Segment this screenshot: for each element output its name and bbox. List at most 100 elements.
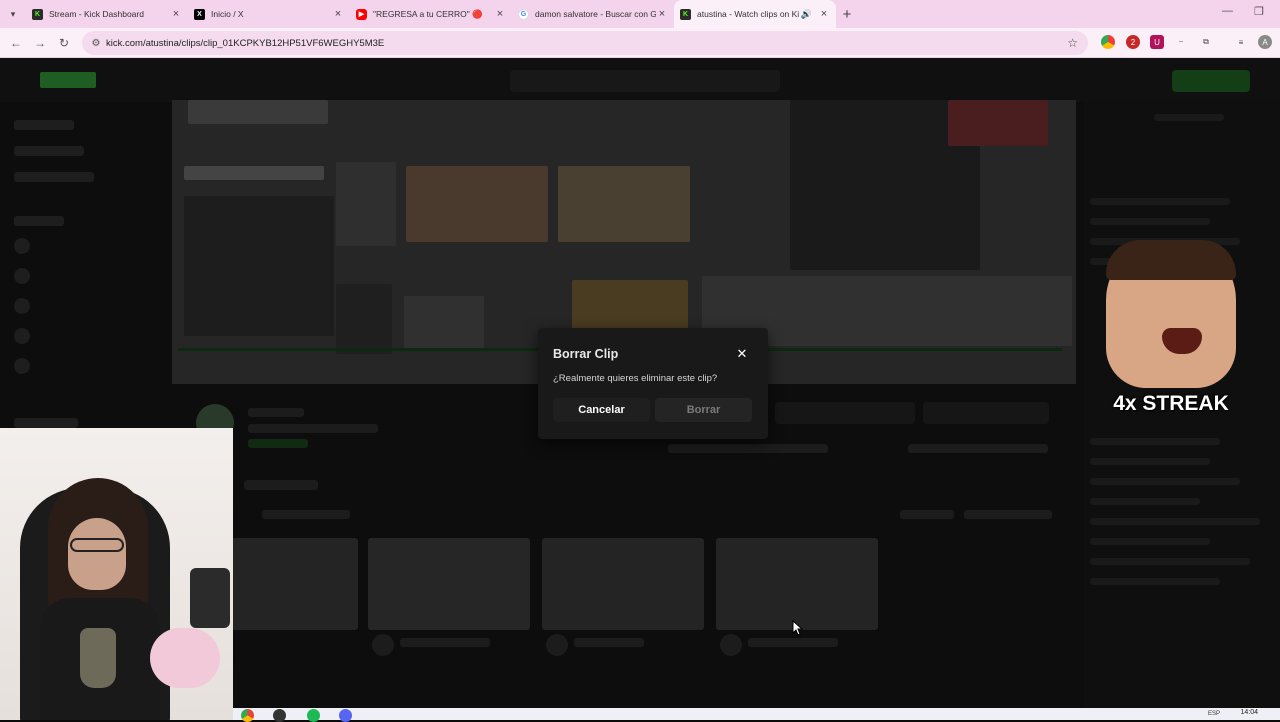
speaker-icon[interactable]: 🔊 [801, 9, 812, 20]
obs-icon[interactable] [273, 709, 286, 722]
clip-card-title [574, 638, 644, 647]
delete-clip-dialog: Borrar Clip ✕ ¿Realmente quieres elimina… [538, 328, 768, 439]
clip-card-title [748, 638, 838, 647]
chat-message [1090, 498, 1200, 505]
youtube-icon: ▶ [356, 8, 367, 20]
minimize-icon[interactable]: — [1222, 5, 1233, 17]
kick-logo [40, 72, 96, 88]
browser-toolbar: ← → ↻ ⚙ kick.com/atustina/clips/clip_01K… [0, 28, 1280, 58]
section-heading [244, 480, 318, 490]
sort-dropdown [964, 510, 1052, 519]
video-frame [404, 296, 484, 348]
sort-label [900, 510, 954, 519]
x-icon: X [194, 8, 205, 20]
discord-icon[interactable] [339, 709, 352, 722]
forward-icon[interactable]: → [28, 36, 52, 50]
extension-icon[interactable] [1101, 35, 1115, 49]
tab-title: "REGRESA a tu CERRO" 🔴 [373, 8, 483, 19]
browser-tab[interactable]: ▶ "REGRESA a tu CERRO" 🔴 × [350, 0, 512, 28]
clip-card-title [400, 638, 490, 647]
sidebar-item [14, 172, 94, 182]
video-frame [336, 284, 392, 354]
chrome-icon[interactable] [241, 709, 254, 722]
chat-header [1154, 114, 1224, 121]
tab-close-icon[interactable]: × [656, 8, 668, 20]
browser-tab-bar: ▾ K Stream - Kick Dashboard × X Inicio /… [0, 0, 1280, 28]
new-tab-button[interactable]: + [836, 6, 858, 23]
browser-tab-active[interactable]: K atustina - Watch clips on Ki 🔊 × [674, 0, 836, 28]
plush-toy [150, 628, 220, 688]
browser-tab[interactable]: G damon salvatore - Buscar con G × [512, 0, 674, 28]
os-taskbar: ESP 14:04 [233, 708, 1280, 722]
kick-icon: K [32, 8, 43, 20]
address-bar[interactable]: ⚙ kick.com/atustina/clips/clip_01KCPKYB1… [82, 31, 1088, 55]
tab-close-icon[interactable]: × [494, 8, 506, 20]
tab-search-button[interactable]: ▾ [0, 0, 26, 28]
video-frame [188, 100, 328, 124]
video-frame [558, 166, 690, 242]
chat-message [1090, 518, 1260, 525]
sidebar-avatar [14, 268, 30, 284]
streamer-face [68, 518, 126, 590]
extensions-puzzle-icon[interactable]: ⧉ [1199, 35, 1213, 49]
kick-search-input [510, 70, 780, 92]
chat-message [1090, 578, 1220, 585]
glasses [70, 538, 124, 552]
clip-title [248, 424, 378, 433]
url-text[interactable]: kick.com/atustina/clips/clip_01KCPKYB12H… [106, 38, 384, 49]
tab-title: damon salvatore - Buscar con G [535, 9, 656, 19]
chat-message [1090, 458, 1210, 465]
taskbar-clock[interactable]: 14:04 [1240, 709, 1258, 716]
tab-close-icon[interactable]: × [332, 8, 344, 20]
tab-title: Inicio / X [211, 9, 244, 19]
clip-card [716, 538, 878, 630]
tab-close-icon[interactable]: × [170, 8, 182, 20]
channel-category [248, 439, 308, 448]
clip-avatar [372, 634, 394, 656]
follow-button [775, 402, 915, 424]
chat-message [1090, 218, 1210, 225]
delete-button[interactable]: Borrar [655, 398, 752, 422]
restore-icon[interactable]: ❐ [1254, 5, 1264, 18]
kick-header [0, 58, 1280, 102]
chat-message [1090, 198, 1230, 205]
extension-badge-icon[interactable]: 2 [1126, 35, 1140, 49]
sidebar-avatar [14, 328, 30, 344]
clip-avatar [546, 634, 568, 656]
video-frame [184, 166, 324, 180]
subscribe-button [923, 402, 1049, 424]
webcam-overlay [0, 428, 233, 720]
clip-card [368, 538, 530, 630]
bookmark-star-icon[interactable]: ☆ [1067, 36, 1078, 50]
kick-login-button [1172, 70, 1250, 92]
streak-alert: 4x STREAK [1100, 240, 1242, 420]
sidebar-heading [14, 216, 64, 226]
tab-close-icon[interactable]: × [818, 8, 830, 20]
kick-icon: K [680, 8, 691, 20]
chat-message [1090, 538, 1210, 545]
channel-name [248, 408, 304, 417]
video-frame [406, 166, 548, 242]
site-info-icon[interactable]: ⚙ [86, 38, 106, 49]
video-frame [948, 100, 1048, 146]
download-icon[interactable]: ⎯ [1174, 35, 1188, 49]
cancel-button[interactable]: Cancelar [553, 398, 650, 422]
google-icon: G [518, 8, 529, 20]
mate-cup [80, 628, 116, 688]
browser-tab[interactable]: X Inicio / X × [188, 0, 350, 28]
spotify-icon[interactable] [307, 709, 320, 722]
reload-icon[interactable]: ↻ [52, 36, 76, 50]
dialog-title: Borrar Clip [553, 347, 619, 361]
video-frame [336, 162, 396, 246]
sidebar-avatar [14, 298, 30, 314]
close-icon[interactable]: ✕ [735, 347, 749, 361]
sidebar-avatar [14, 358, 30, 374]
browser-tab[interactable]: K Stream - Kick Dashboard × [26, 0, 188, 28]
language-indicator[interactable]: ESP [1208, 711, 1220, 717]
kick-sidebar [0, 102, 170, 432]
back-icon[interactable]: ← [4, 36, 28, 50]
dialog-message: ¿Realmente quieres eliminar este clip? [553, 373, 718, 384]
ublock-icon[interactable]: U [1150, 35, 1164, 49]
menu-icon[interactable]: ≡ [1234, 35, 1248, 49]
profile-avatar[interactable]: A [1258, 35, 1272, 49]
